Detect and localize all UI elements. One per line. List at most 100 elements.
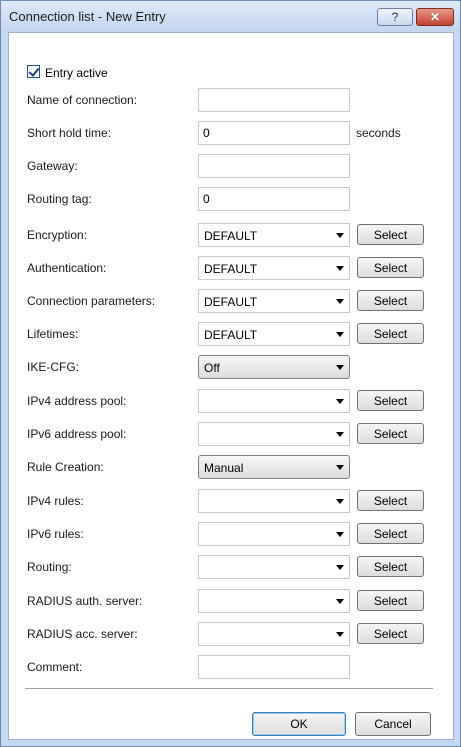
help-icon: ? (391, 10, 399, 24)
ok-button[interactable]: OK (252, 712, 346, 736)
dropdown-arrow-icon (336, 399, 344, 404)
dropdown-arrow-icon (336, 233, 344, 238)
dropdown-arrow-icon (336, 332, 344, 337)
authentication-label: Authentication: (27, 261, 107, 275)
gateway-label: Gateway: (27, 159, 78, 173)
encryption-label: Encryption: (27, 228, 88, 242)
ipv4-rules-combo[interactable] (198, 489, 350, 513)
name-of-connection-label: Name of connection: (27, 93, 138, 107)
routing-tag-input[interactable] (198, 187, 350, 211)
comment-input[interactable] (198, 655, 350, 679)
authentication-select-button[interactable]: Select (357, 257, 424, 278)
short-hold-time-unit: seconds (356, 126, 401, 140)
ipv4-address-pool-combo[interactable] (198, 389, 350, 413)
radius-auth-server-combo[interactable] (198, 589, 350, 613)
help-button[interactable]: ? (377, 8, 413, 26)
window-title: Connection list - New Entry (9, 9, 166, 24)
encryption-select-button[interactable]: Select (357, 224, 424, 245)
dropdown-arrow-icon (336, 599, 344, 604)
dropdown-arrow-icon (336, 432, 344, 437)
comment-label: Comment: (27, 660, 83, 674)
short-hold-time-row: Short hold time: seconds (9, 121, 449, 145)
lifetimes-select-button[interactable]: Select (357, 323, 424, 344)
dialog-window: Connection list - New Entry ? ✕ Entry ac… (0, 0, 461, 747)
encryption-combo[interactable]: DEFAULT (198, 223, 350, 247)
dropdown-arrow-icon (336, 299, 344, 304)
radius-auth-server-select-button[interactable]: Select (357, 590, 424, 611)
authentication-value: DEFAULT (204, 262, 258, 276)
routing-tag-row: Routing tag: (9, 187, 449, 211)
ike-cfg-row: IKE-CFG: Off (9, 355, 449, 379)
dropdown-arrow-icon (336, 532, 344, 537)
close-button[interactable]: ✕ (416, 8, 454, 26)
ike-cfg-dropdown[interactable]: Off (198, 355, 350, 379)
ipv4-address-pool-select-button[interactable]: Select (357, 390, 424, 411)
encryption-row: Encryption: DEFAULT Select (9, 223, 449, 247)
ipv4-address-pool-label: IPv4 address pool: (27, 394, 127, 408)
authentication-combo[interactable]: DEFAULT (198, 256, 350, 280)
gateway-input[interactable] (198, 154, 350, 178)
routing-select-button[interactable]: Select (357, 556, 424, 577)
lifetimes-label: Lifetimes: (27, 327, 79, 341)
radius-acc-server-row: RADIUS acc. server: Select (9, 622, 449, 646)
ipv6-rules-combo[interactable] (198, 522, 350, 546)
radius-acc-server-select-button[interactable]: Select (357, 623, 424, 644)
connection-parameters-value: DEFAULT (204, 295, 258, 309)
encryption-value: DEFAULT (204, 229, 258, 243)
rule-creation-value: Manual (204, 461, 244, 475)
ipv6-address-pool-select-button[interactable]: Select (357, 423, 424, 444)
title-bar: Connection list - New Entry ? ✕ (1, 1, 460, 31)
ipv6-address-pool-combo[interactable] (198, 422, 350, 446)
routing-row: Routing: Select (9, 555, 449, 579)
connection-parameters-combo[interactable]: DEFAULT (198, 289, 350, 313)
ipv6-rules-label: IPv6 rules: (27, 527, 84, 541)
radius-acc-server-label: RADIUS acc. server: (27, 627, 138, 641)
ipv6-address-pool-label: IPv6 address pool: (27, 427, 127, 441)
ipv4-address-pool-row: IPv4 address pool: Select (9, 389, 449, 413)
dropdown-arrow-icon (336, 499, 344, 504)
dropdown-arrow-icon (336, 632, 344, 637)
close-icon: ✕ (429, 10, 441, 24)
lifetimes-row: Lifetimes: DEFAULT Select (9, 322, 449, 346)
entry-active-row: Entry active (9, 61, 449, 85)
radius-auth-server-row: RADIUS auth. server: Select (9, 589, 449, 613)
short-hold-time-input[interactable] (198, 121, 350, 145)
ipv6-address-pool-row: IPv6 address pool: Select (9, 422, 449, 446)
checkmark-icon (28, 65, 40, 77)
rule-creation-row: Rule Creation: Manual (9, 455, 449, 479)
ipv6-rules-select-button[interactable]: Select (357, 523, 424, 544)
authentication-row: Authentication: DEFAULT Select (9, 256, 449, 280)
ike-cfg-value: Off (204, 361, 220, 375)
ike-cfg-label: IKE-CFG: (27, 360, 80, 374)
short-hold-time-label: Short hold time: (27, 126, 112, 140)
name-of-connection-row: Name of connection: (9, 88, 449, 112)
dropdown-arrow-icon (336, 266, 344, 271)
separator-line (25, 688, 433, 690)
connection-parameters-select-button[interactable]: Select (357, 290, 424, 311)
entry-active-label[interactable]: Entry active (45, 66, 108, 80)
routing-combo[interactable] (198, 555, 350, 579)
ipv4-rules-label: IPv4 rules: (27, 494, 84, 508)
rule-creation-dropdown[interactable]: Manual (198, 455, 350, 479)
connection-parameters-row: Connection parameters: DEFAULT Select (9, 289, 449, 313)
lifetimes-value: DEFAULT (204, 328, 258, 342)
connection-parameters-label: Connection parameters: (27, 294, 156, 308)
radius-acc-server-combo[interactable] (198, 622, 350, 646)
dropdown-arrow-icon (336, 465, 344, 470)
rule-creation-label: Rule Creation: (27, 460, 104, 474)
radius-auth-server-label: RADIUS auth. server: (27, 594, 143, 608)
routing-tag-label: Routing tag: (27, 192, 92, 206)
dropdown-arrow-icon (336, 365, 344, 370)
ipv4-rules-row: IPv4 rules: Select (9, 489, 449, 513)
cancel-button[interactable]: Cancel (355, 712, 431, 736)
routing-label: Routing: (27, 560, 72, 574)
entry-active-checkbox[interactable] (27, 65, 40, 78)
gateway-row: Gateway: (9, 154, 449, 178)
ipv4-rules-select-button[interactable]: Select (357, 490, 424, 511)
ipv6-rules-row: IPv6 rules: Select (9, 522, 449, 546)
comment-row: Comment: (9, 655, 449, 679)
lifetimes-combo[interactable]: DEFAULT (198, 322, 350, 346)
dropdown-arrow-icon (336, 565, 344, 570)
name-of-connection-input[interactable] (198, 88, 350, 112)
dialog-content: Entry active Name of connection: Short h… (8, 32, 454, 740)
